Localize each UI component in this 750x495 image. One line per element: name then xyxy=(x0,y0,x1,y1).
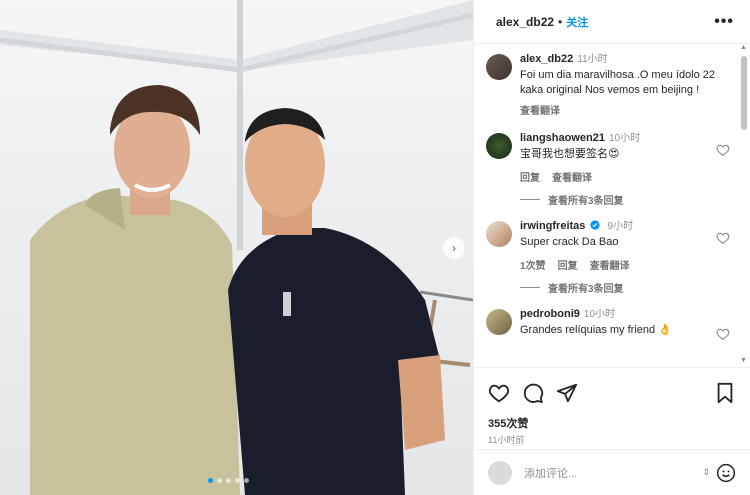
view-replies-label[interactable]: 查看所有3条回复 xyxy=(548,192,624,207)
share-send-icon[interactable] xyxy=(556,382,578,404)
translate-link[interactable]: 查看翻译 xyxy=(520,106,560,117)
comment-username[interactable]: irwingfreitas xyxy=(520,220,585,232)
follow-button[interactable]: 关注 xyxy=(566,14,588,30)
add-comment-input[interactable]: 添加评论... xyxy=(524,465,702,481)
more-options-icon[interactable]: ••• xyxy=(714,13,734,31)
comment-item: liangshaowen21 10小时 宝哥我也想要签名😍 回复 查看翻译 xyxy=(474,131,750,184)
comment-text: Super crack Da Bao xyxy=(520,236,619,248)
comment-text: Grandes relíquias my friend 👌 xyxy=(520,324,672,336)
post-header: alex_db22 • 关注 ••• xyxy=(474,0,750,44)
avatar[interactable] xyxy=(486,133,512,159)
translate-link[interactable]: 查看翻译 xyxy=(590,261,630,272)
avatar[interactable] xyxy=(486,221,512,247)
view-replies-link[interactable]: 查看所有3条回复 xyxy=(474,192,750,207)
carousel-dot xyxy=(244,478,249,483)
comment-username[interactable]: pedroboni9 xyxy=(520,308,580,320)
avatar[interactable] xyxy=(486,309,512,335)
scroll-down-arrow-icon[interactable]: ▼ xyxy=(740,357,747,364)
author-username[interactable]: alex_db22 xyxy=(496,15,554,29)
avatar[interactable] xyxy=(486,54,512,80)
next-photo-button[interactable]: › xyxy=(443,237,465,259)
bookmark-icon[interactable] xyxy=(714,382,736,404)
view-replies-link[interactable]: 查看所有3条回复 xyxy=(474,280,750,295)
likes-count[interactable]: 1次赞 xyxy=(520,261,546,272)
caption-username[interactable]: alex_db22 xyxy=(520,53,573,65)
post-photo[interactable]: › xyxy=(0,0,473,495)
comment-time: 10小时 xyxy=(608,133,641,144)
carousel-dot xyxy=(208,478,213,483)
comments-list[interactable]: alex_db22 11小时 Foi um dia maravilhosa .O … xyxy=(474,44,750,367)
carousel-dot xyxy=(226,478,231,483)
reply-button[interactable]: 回复 xyxy=(520,173,540,184)
comment-item: irwingfreitas 9小时 Super crack Da Bao 1次赞… xyxy=(474,219,750,272)
carousel-dot xyxy=(217,478,222,483)
caption-time: 11小时 xyxy=(577,54,608,65)
carousel-dot xyxy=(235,478,240,483)
carousel-indicator xyxy=(208,478,249,483)
input-spinner-icon[interactable]: ⇕ xyxy=(702,467,710,478)
verified-badge-icon xyxy=(590,220,601,230)
comment-item: pedroboni9 10小时 Grandes relíquias my frie… xyxy=(474,307,750,341)
comment-username[interactable]: liangshaowen21 xyxy=(520,132,605,144)
photo-illustration xyxy=(0,0,473,495)
like-heart-icon[interactable] xyxy=(716,327,730,341)
likes-count[interactable]: 355次赞 xyxy=(474,417,750,431)
caption-text: Foi um dia maravilhosa .O meu ídolo 22 k… xyxy=(520,69,716,96)
view-replies-label[interactable]: 查看所有3条回复 xyxy=(548,280,624,295)
emoji-icon[interactable] xyxy=(716,463,736,483)
reply-button[interactable]: 回复 xyxy=(558,261,578,272)
posted-time: 11小时前 xyxy=(488,435,525,445)
like-heart-icon[interactable] xyxy=(716,143,730,157)
translate-link[interactable]: 查看翻译 xyxy=(552,173,592,184)
reply-bar xyxy=(520,199,540,200)
caption: alex_db22 11小时 Foi um dia maravilhosa .O … xyxy=(474,52,750,117)
scroll-up-arrow-icon[interactable]: ▲ xyxy=(740,44,747,51)
comment-time: 10小时 xyxy=(583,309,616,320)
comments-scrollbar[interactable]: ▲ ▼ xyxy=(740,44,748,364)
scrollbar-thumb[interactable] xyxy=(741,56,747,130)
like-heart-icon[interactable] xyxy=(716,231,730,245)
post-modal: › alex_db22 • 关注 ••• alex_db22 11小时 Foi u… xyxy=(0,0,750,495)
comment-text: 宝哥我也想要签名😍 xyxy=(520,148,620,160)
like-heart-icon[interactable] xyxy=(488,382,510,404)
reply-bar xyxy=(520,287,540,288)
separator-dot: • xyxy=(558,14,563,29)
add-comment-bar: 添加评论... ⇕ xyxy=(474,449,750,495)
comment-time: 9小时 xyxy=(607,221,634,232)
post-sidebar: alex_db22 • 关注 ••• alex_db22 11小时 Foi um … xyxy=(473,0,750,495)
current-user-avatar xyxy=(488,460,512,485)
comment-bubble-icon[interactable] xyxy=(522,382,544,404)
post-actions xyxy=(474,367,750,417)
